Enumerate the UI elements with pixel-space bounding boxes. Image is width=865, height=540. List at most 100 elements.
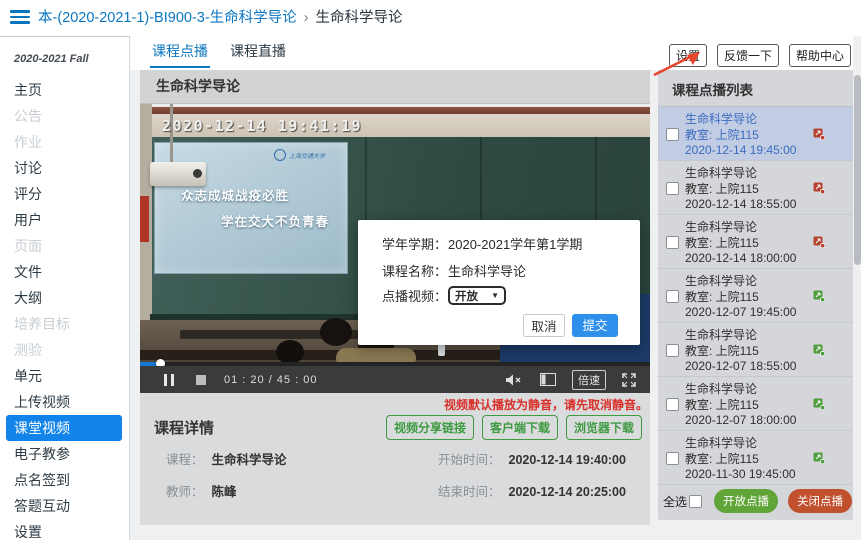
sidebar-item[interactable]: 作业 xyxy=(0,129,129,155)
projector xyxy=(150,162,206,186)
sidebar-item[interactable]: 评分 xyxy=(0,181,129,207)
playlist-item[interactable]: 生命科学导论教室: 上院1152020-12-14 18:00:00 xyxy=(658,215,853,269)
vod-settings-dialog: 学年学期： 2020-2021学年第1学期 课程名称： 生命科学导论 点播视频：… xyxy=(358,220,640,345)
playlist-item-time: 2020-11-30 19:45:00 xyxy=(685,467,796,483)
breadcrumb-separator-icon: › xyxy=(304,10,309,26)
playlist-item-title: 生命科学导论 xyxy=(685,382,796,398)
video-scene-rail xyxy=(140,107,650,114)
vertical-scrollbar[interactable] xyxy=(853,36,861,540)
playlist-footer: 全选 开放点播 关闭点播 xyxy=(658,487,853,515)
sidebar-item[interactable]: 点名签到 xyxy=(0,467,129,493)
fullscreen-icon[interactable] xyxy=(622,373,636,387)
sidebar-item[interactable]: 电子教参 xyxy=(0,441,129,467)
cancel-button[interactable]: 取消 xyxy=(523,314,565,337)
dialog-course-value: 生命科学导论 xyxy=(448,261,526,280)
pause-icon[interactable] xyxy=(164,374,174,386)
close-vod-button[interactable]: 关闭点播 xyxy=(788,489,852,513)
sidebar-item[interactable]: 上传视频 xyxy=(0,389,129,415)
header-buttons: 设置 反馈一下 帮助中心 xyxy=(669,44,851,67)
scrollbar-thumb[interactable] xyxy=(854,75,861,265)
help-center-button[interactable]: 帮助中心 xyxy=(789,44,851,67)
video-scene-banner xyxy=(140,196,149,242)
sidebar-item[interactable]: 课堂视频 xyxy=(6,415,122,441)
muted-speaker-icon[interactable] xyxy=(505,373,522,387)
playlist-item-room: 教室: 上院115 xyxy=(685,236,796,252)
student-head xyxy=(320,318,352,346)
breadcrumb-current-page: 生命科学导论 xyxy=(316,10,403,26)
seek-handle[interactable] xyxy=(156,359,165,366)
panel-toggle-icon[interactable] xyxy=(540,373,556,386)
client-download-button[interactable]: 客户端下载 xyxy=(482,415,558,440)
sidebar-item[interactable]: 单元 xyxy=(0,363,129,389)
stop-icon[interactable] xyxy=(196,375,206,385)
details-left-column: 课程：生命科学导论 教师：陈峰 xyxy=(166,449,287,513)
playlist-item-checkbox[interactable] xyxy=(666,236,679,249)
vod-playlist-panel: 课程点播列表 生命科学导论教室: 上院1152020-12-14 19:45:0… xyxy=(658,70,853,520)
playlist-item-text: 生命科学导论教室: 上院1152020-12-07 19:45:00 xyxy=(685,274,796,321)
dialog-course-label: 课程名称： xyxy=(382,261,448,280)
details-title: 课程详情 xyxy=(154,417,214,438)
sidebar-item[interactable]: 主页 xyxy=(0,77,129,103)
playlist-item[interactable]: 生命科学导论教室: 上院1152020-12-14 18:55:00 xyxy=(658,161,853,215)
sidebar-item[interactable]: 用户 xyxy=(0,207,129,233)
playback-speed-button[interactable]: 倍速 xyxy=(572,370,606,390)
feedback-button[interactable]: 反馈一下 xyxy=(717,44,779,67)
sidebar-item[interactable]: 答题互动 xyxy=(0,493,129,519)
time-display: 01 : 20 / 45 : 00 xyxy=(224,374,317,386)
submit-button[interactable]: 提交 xyxy=(572,314,618,337)
end-time-label: 结束时间： xyxy=(438,485,501,499)
slide-text-line2: 学在交大不负青春 xyxy=(221,211,329,230)
tab-vod[interactable]: 课程点播 xyxy=(150,36,210,68)
vod-open-icon xyxy=(813,451,825,463)
playlist-item[interactable]: 生命科学导论教室: 上院1152020-12-07 18:55:00 xyxy=(658,323,853,377)
sidebar-item[interactable]: 公告 xyxy=(0,103,129,129)
playlist-item-room: 教室: 上院115 xyxy=(685,182,796,198)
slide-text-line1: 众志成城战疫必胜 xyxy=(181,185,289,204)
dialog-term-label: 学年学期： xyxy=(382,234,448,253)
tabstrip: 课程点播 课程直播 设置 反馈一下 帮助中心 xyxy=(130,36,865,70)
hamburger-menu-icon[interactable] xyxy=(10,10,30,26)
sidebar-item[interactable]: 设置 xyxy=(0,519,129,540)
details-right-column: 开始时间：2020-12-14 19:40:00 结束时间：2020-12-14… xyxy=(438,449,626,513)
playlist-item-time: 2020-12-14 19:45:00 xyxy=(685,143,796,159)
playlist-item-checkbox[interactable] xyxy=(666,398,679,411)
playlist-item-time: 2020-12-07 19:45:00 xyxy=(685,305,796,321)
playlist-item-text: 生命科学导论教室: 上院1152020-12-14 18:00:00 xyxy=(685,220,796,267)
sidebar-item[interactable]: 培养目标 xyxy=(0,311,129,337)
playlist-item[interactable]: 生命科学导论教室: 上院1152020-12-14 19:45:00 xyxy=(658,107,853,161)
playlist-item[interactable]: 生命科学导论教室: 上院1152020-12-07 19:45:00 xyxy=(658,269,853,323)
tab-live[interactable]: 课程直播 xyxy=(228,36,288,68)
sidebar-item[interactable]: 讨论 xyxy=(0,155,129,181)
course-label: 课程： xyxy=(166,453,204,467)
playlist-item-checkbox[interactable] xyxy=(666,128,679,141)
course-sidebar: 2020-2021 Fall 主页公告作业讨论评分用户页面文件大纲培养目标测验单… xyxy=(0,36,130,540)
playlist-item-time: 2020-12-07 18:55:00 xyxy=(685,359,796,375)
vod-open-icon xyxy=(813,289,825,301)
playlist-item-text: 生命科学导论教室: 上院1152020-12-07 18:00:00 xyxy=(685,382,796,429)
share-link-button[interactable]: 视频分享链接 xyxy=(386,415,474,440)
playlist-item-checkbox[interactable] xyxy=(666,452,679,465)
breadcrumb-course-link[interactable]: 本-(2020-2021-1)-BI900-3-生命科学导论 xyxy=(38,10,297,26)
settings-button[interactable]: 设置 xyxy=(669,44,707,67)
seek-bar[interactable] xyxy=(140,362,650,366)
vod-status-select[interactable]: 开放 ▼ xyxy=(448,286,506,305)
playlist-item-text: 生命科学导论教室: 上院1152020-11-30 19:45:00 xyxy=(685,436,796,483)
start-time-label: 开始时间： xyxy=(438,453,501,467)
playlist-item-text: 生命科学导论教室: 上院1152020-12-07 18:55:00 xyxy=(685,328,796,375)
sidebar-item[interactable]: 页面 xyxy=(0,233,129,259)
sidebar-item[interactable]: 文件 xyxy=(0,259,129,285)
playlist-item-checkbox[interactable] xyxy=(666,290,679,303)
playlist-item-checkbox[interactable] xyxy=(666,182,679,195)
playlist-item[interactable]: 生命科学导论教室: 上院1152020-11-30 19:45:00 xyxy=(658,431,853,485)
vod-closed-icon xyxy=(813,181,825,193)
open-vod-button[interactable]: 开放点播 xyxy=(714,489,778,513)
select-all-checkbox[interactable] xyxy=(689,495,702,508)
playlist-item-title: 生命科学导论 xyxy=(685,220,796,236)
sidebar-item[interactable]: 测验 xyxy=(0,337,129,363)
playlist-item[interactable]: 生命科学导论教室: 上院1152020-12-07 18:00:00 xyxy=(658,377,853,431)
sidebar-item[interactable]: 大纲 xyxy=(0,285,129,311)
browser-download-button[interactable]: 浏览器下载 xyxy=(566,415,642,440)
video-title: 生命科学导论 xyxy=(140,70,650,104)
details-buttons: 视频分享链接 客户端下载 浏览器下载 xyxy=(386,415,642,440)
playlist-item-checkbox[interactable] xyxy=(666,344,679,357)
